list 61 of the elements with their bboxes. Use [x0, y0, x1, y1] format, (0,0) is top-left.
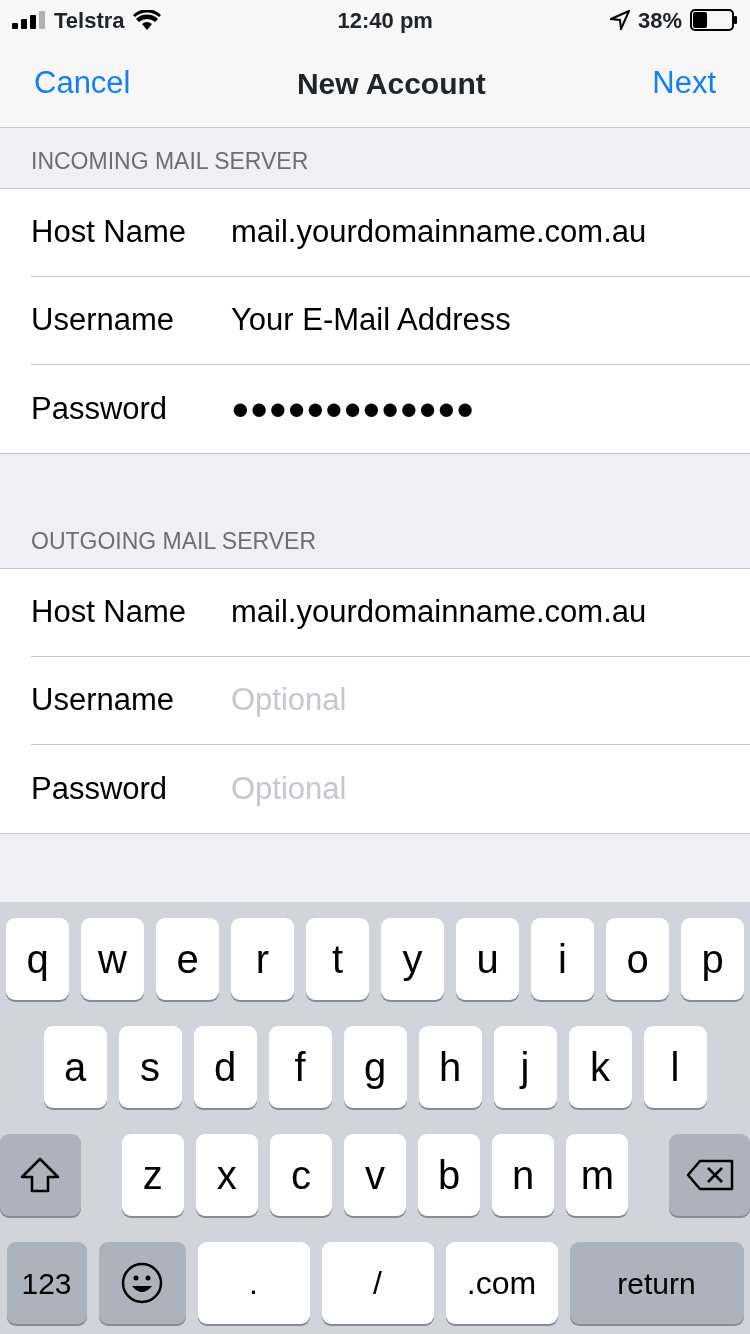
numbers-key[interactable]: 123	[6, 1242, 87, 1324]
keyboard-key[interactable]: .com	[445, 1242, 558, 1324]
letter-key[interactable]: x	[195, 1134, 258, 1216]
input-field[interactable]: Your E-Mail Address	[231, 297, 750, 344]
letter-key[interactable]: a	[43, 1026, 107, 1108]
battery-percentage: 38%	[637, 6, 682, 35]
letter-key[interactable]: y	[381, 918, 444, 1000]
letter-key[interactable]: m	[566, 1134, 629, 1216]
screen-title: New Account	[296, 66, 486, 102]
cancel-button[interactable]: Cancel	[34, 60, 131, 107]
location-arrow-icon	[609, 10, 630, 30]
backspace-key[interactable]	[669, 1134, 750, 1216]
letter-key[interactable]: g	[343, 1026, 407, 1108]
letter-key[interactable]: z	[121, 1134, 184, 1216]
letter-key[interactable]: b	[418, 1134, 481, 1216]
letter-key[interactable]: d	[193, 1026, 257, 1108]
emoji-key[interactable]	[98, 1242, 186, 1324]
letter-key[interactable]: v	[343, 1134, 407, 1216]
backspace-icon	[685, 1159, 734, 1191]
letter-key[interactable]: e	[156, 918, 219, 1000]
input-field[interactable]: mail.yourdomainname.com.au	[231, 589, 750, 636]
field-label: Username	[31, 301, 175, 340]
letter-key[interactable]: u	[456, 918, 519, 1000]
letter-key[interactable]: l	[643, 1026, 707, 1108]
field-label: Password	[31, 389, 169, 428]
field-label: Password	[31, 769, 169, 808]
letter-key[interactable]: f	[268, 1026, 332, 1108]
letter-key[interactable]: k	[568, 1026, 632, 1108]
letter-key[interactable]: q	[6, 918, 69, 1000]
shift-key[interactable]	[0, 1134, 81, 1216]
letter-key[interactable]: o	[606, 918, 669, 1000]
shift-icon	[20, 1157, 61, 1193]
field-label: Host Name	[31, 213, 188, 252]
letter-key[interactable]: t	[306, 918, 369, 1000]
input-field[interactable]: mail.yourdomainname.com.au	[231, 209, 750, 256]
carrier-name: Telstra	[54, 6, 125, 35]
input-field[interactable]: Optional	[231, 765, 750, 813]
letter-key[interactable]: w	[81, 918, 144, 1000]
keyboard-key[interactable]: .	[197, 1242, 310, 1324]
wifi-icon	[132, 10, 161, 30]
field-label: Username	[31, 681, 175, 720]
field-label: Host Name	[31, 593, 188, 632]
battery-icon	[690, 9, 738, 31]
input-field[interactable]: Optional	[231, 677, 750, 724]
letter-key[interactable]: c	[269, 1134, 332, 1216]
smiley-icon	[121, 1262, 163, 1304]
input-field[interactable]: ●●●●●●●●●●●●●	[231, 385, 750, 433]
letter-key[interactable]: s	[118, 1026, 182, 1108]
next-button[interactable]: Next	[652, 60, 716, 107]
return-key[interactable]: return	[569, 1242, 744, 1324]
signal-icon	[12, 11, 46, 29]
letter-key[interactable]: p	[681, 918, 744, 1000]
section-header: INCOMING MAIL SERVER	[31, 146, 309, 176]
letter-key[interactable]: r	[231, 918, 294, 1000]
letter-key[interactable]: j	[493, 1026, 557, 1108]
letter-key[interactable]: i	[531, 918, 594, 1000]
keyboard-key[interactable]: /	[321, 1242, 434, 1324]
letter-key[interactable]: n	[492, 1134, 555, 1216]
section-header: OUTGOING MAIL SERVER	[31, 526, 316, 556]
letter-key[interactable]: h	[418, 1026, 482, 1108]
status-time: 12:40 pm	[337, 6, 433, 35]
